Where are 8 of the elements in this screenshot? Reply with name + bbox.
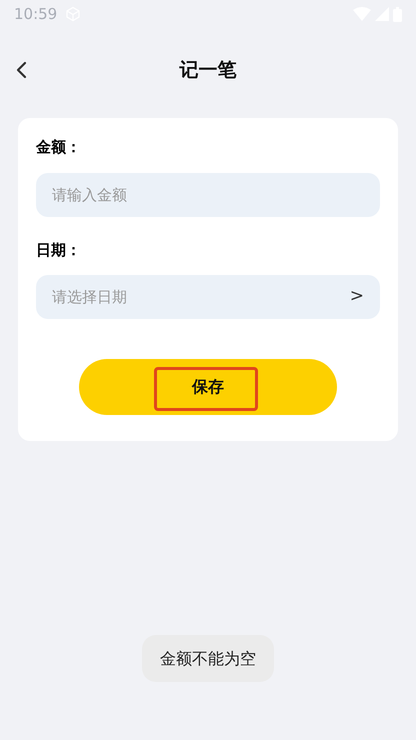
date-picker[interactable]: 请选择日期 > [36,275,380,319]
toast-message: 金额不能为空 [142,635,274,682]
page-title: 记一笔 [180,58,236,83]
save-button[interactable]: 保存 [79,359,337,415]
amount-field[interactable]: 请输入金额 [36,172,380,216]
status-time: 10:59 [14,4,58,25]
field-label: 日期： [36,240,82,260]
field-label: 金额： [36,137,82,158]
